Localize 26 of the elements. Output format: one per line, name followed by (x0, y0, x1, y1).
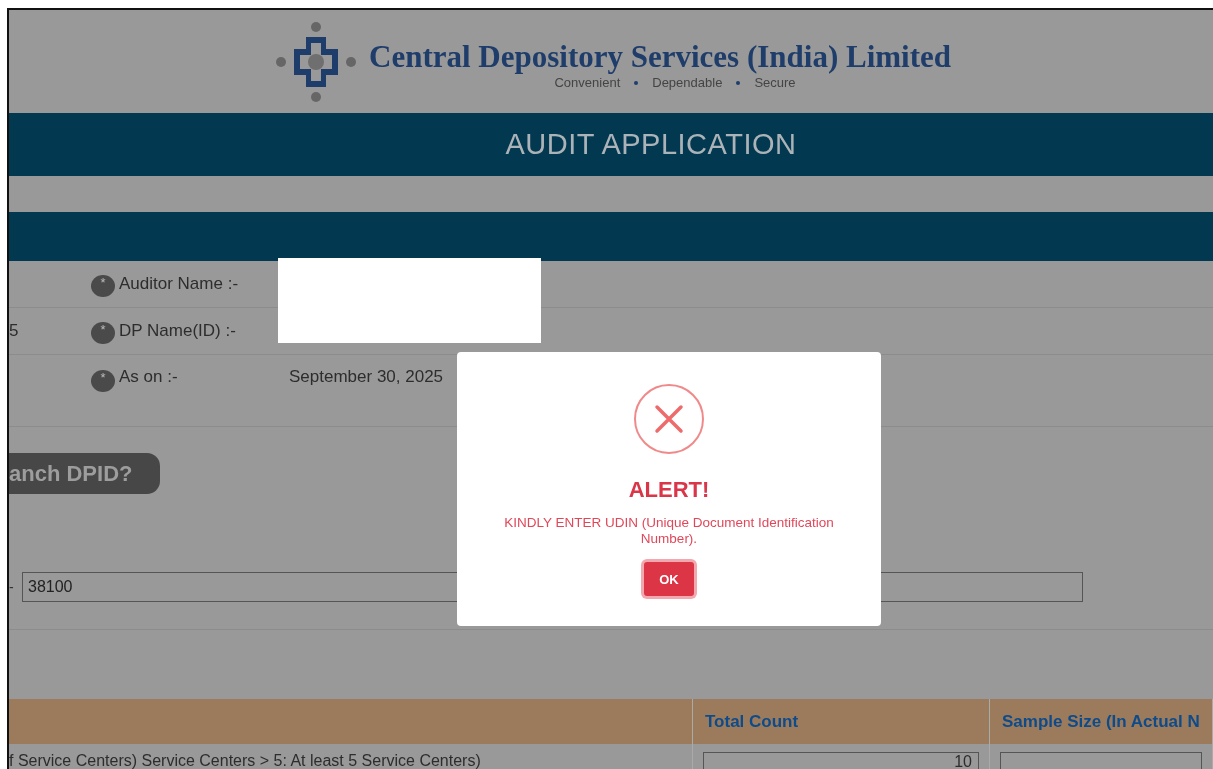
error-icon (633, 383, 705, 455)
field-label: DP Name(ID) :- (119, 321, 236, 340)
cut-text: 5 (9, 321, 19, 340)
dot-icon (634, 80, 639, 85)
field-label: - (9, 579, 15, 595)
field-label: Auditor Name :- (119, 274, 239, 293)
branch-dpid-button[interactable]: anch DPID? (9, 453, 160, 494)
page-title: AUDIT APPLICATION (505, 128, 797, 161)
table-cell: f Service Centers) Service Centers > 5: At least 5 Service Centers) (9, 752, 481, 769)
alert-title: ALERT! (628, 477, 710, 503)
tagline-word: Dependable (652, 75, 723, 90)
logo-icon (275, 20, 357, 103)
required-marker: * (91, 274, 115, 297)
column-header: Sample Size (In Actual N (1002, 711, 1200, 732)
ok-button[interactable]: OK (644, 562, 694, 596)
dot-icon (736, 80, 741, 85)
alert-message: KINDLY ENTER UDIN (Unique Document Identification Number). (503, 515, 835, 547)
count-field[interactable]: 10 (703, 752, 979, 769)
column-header: Total Count (705, 711, 799, 732)
tagline-word: Convenient (554, 75, 621, 90)
field-label: As on :- (119, 367, 178, 386)
field-value: September 30, 2025 (289, 367, 444, 386)
required-marker: * (91, 370, 115, 392)
company-name: Central Depository Services (India) Limited (369, 39, 952, 75)
required-marker: * (91, 321, 115, 344)
tagline-word: Secure (754, 75, 796, 90)
